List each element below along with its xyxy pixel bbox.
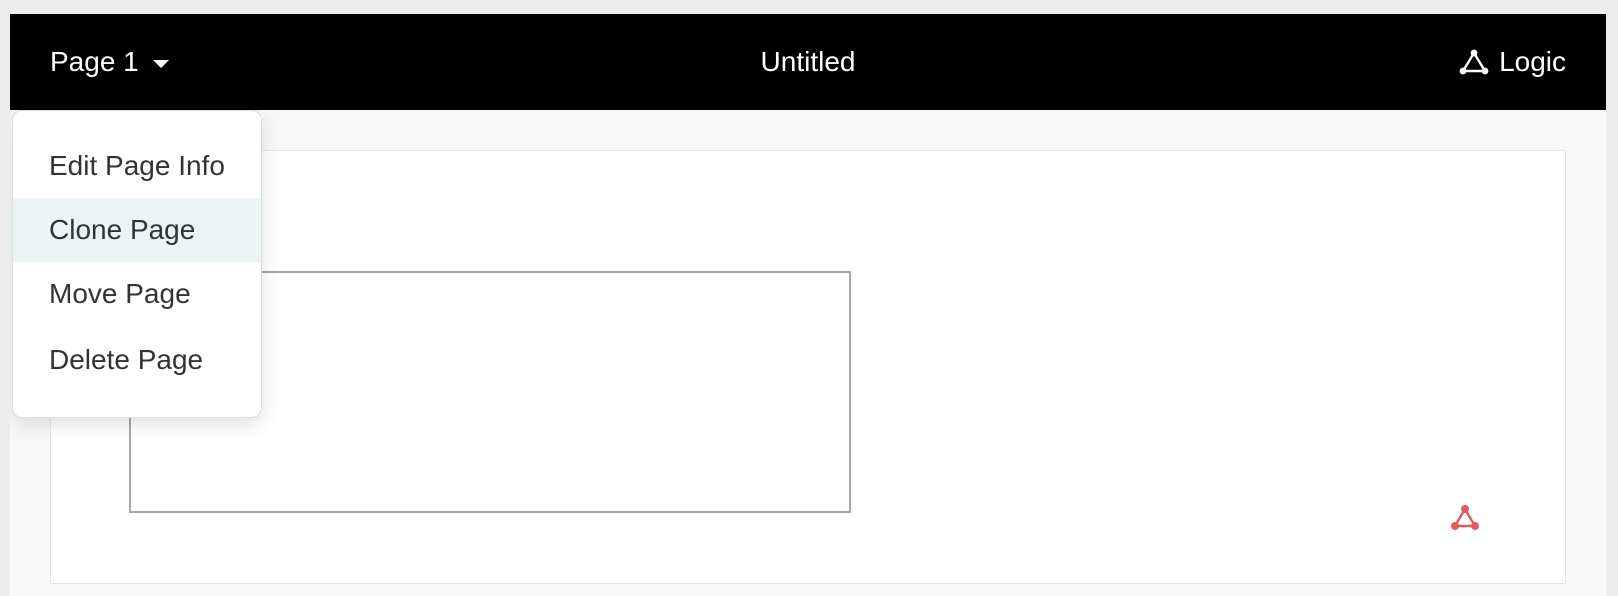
clone-page-item[interactable]: Clone Page [13,198,261,262]
page-selector-label: Page 1 [50,46,139,77]
delete-page-item[interactable]: Delete Page [13,328,261,392]
menu-item-label: Clone Page [49,214,196,245]
chevron-down-icon [152,60,169,68]
logic-label: Logic [1499,46,1566,77]
move-page-item[interactable]: Move Page [13,262,261,326]
app-frame: Page 1 Untitled Logic Edit Page Info Clo… [10,14,1606,596]
menu-item-label: Move Page [49,278,191,309]
page-selector-button[interactable]: Page 1 [50,14,169,110]
logic-network-icon [1459,49,1489,75]
menu-item-label: Edit Page Info [49,150,225,181]
logic-network-icon[interactable] [1449,503,1481,533]
page-options-dropdown: Edit Page Info Clone Page Move Page Dele… [12,110,262,418]
logic-button[interactable]: Logic [1459,14,1566,110]
page-canvas [50,150,1566,584]
document-title: Untitled [760,46,856,77]
menu-item-label: Delete Page [49,344,204,375]
top-bar: Page 1 Untitled Logic [10,14,1606,110]
edit-page-info-item[interactable]: Edit Page Info [13,134,261,198]
